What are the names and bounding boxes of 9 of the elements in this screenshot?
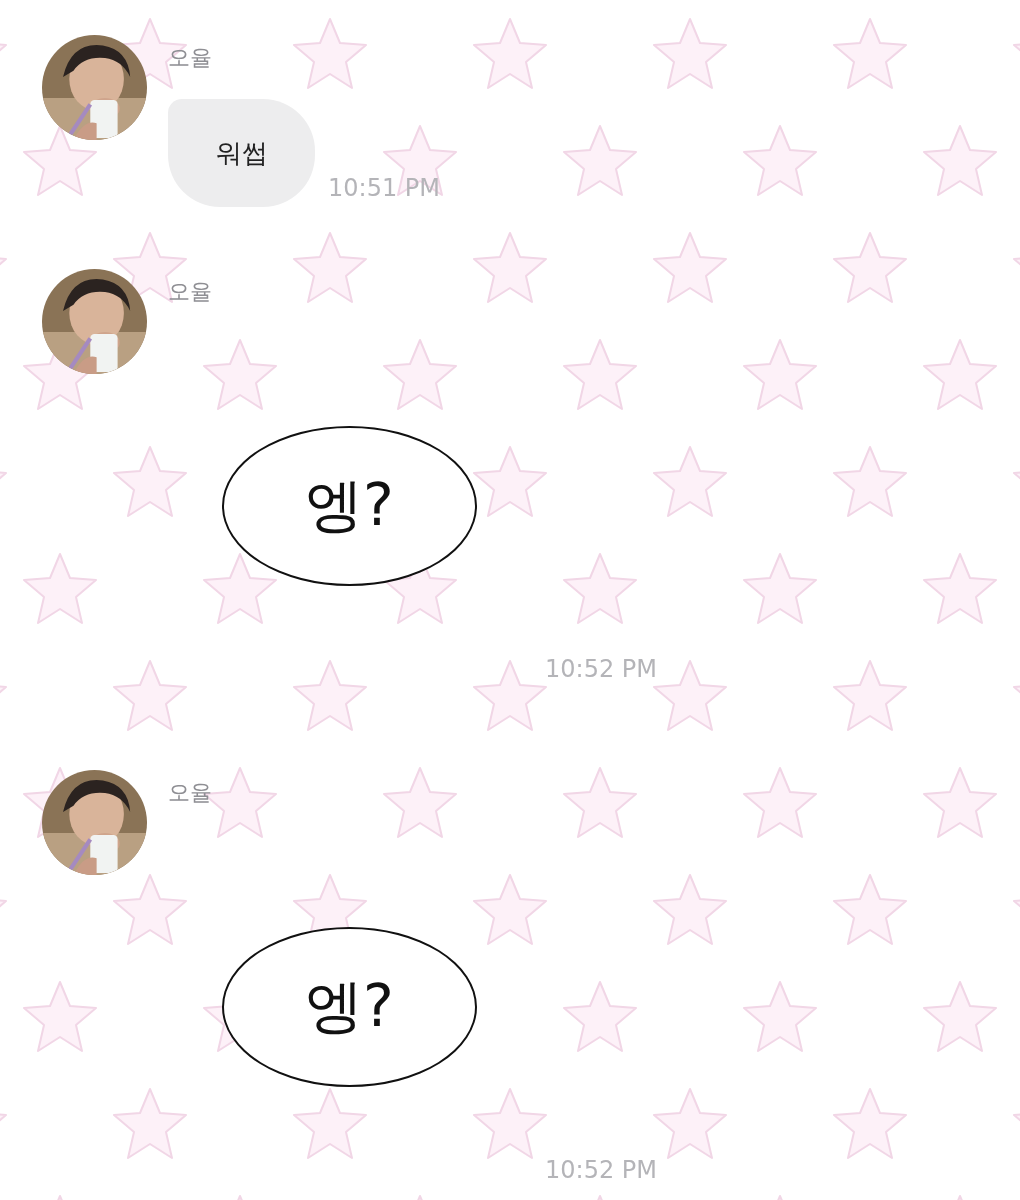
sender-name: 오율 xyxy=(168,279,212,305)
sender-name: 오율 xyxy=(168,45,212,71)
message-bubble: 워썹 xyxy=(168,99,315,207)
sender-name: 오율 xyxy=(168,780,212,806)
message-time: 10:52 PM xyxy=(545,656,657,682)
message-time: 10:51 PM xyxy=(328,175,440,201)
message-time: 10:52 PM xyxy=(545,1157,657,1183)
speech-bubble-sticker: 엥? xyxy=(222,927,477,1087)
speech-bubble-sticker: 엥? xyxy=(222,426,477,586)
